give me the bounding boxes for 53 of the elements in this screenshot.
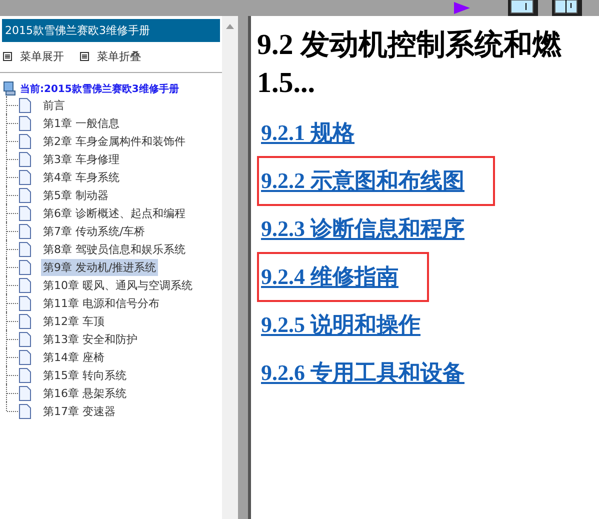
menu-icon[interactable]	[3, 52, 12, 61]
tree-item[interactable]: 第17章 变速器	[41, 402, 118, 420]
computer-icon	[3, 81, 16, 96]
page-icon	[19, 224, 31, 238]
page-icon	[19, 350, 31, 364]
tree-item[interactable]: 第7章 传动系统/车桥	[41, 222, 148, 240]
tree-item[interactable]: 第8章 驾驶员信息和娱乐系统	[41, 240, 188, 258]
tree-item[interactable]: 第3章 车身修理	[41, 150, 122, 168]
section-link[interactable]: 9.2.5 说明和操作	[257, 306, 446, 344]
section-link[interactable]: 9.2.4 维修指南	[257, 252, 428, 302]
section-link[interactable]: 9.2.6 专用工具和设备	[257, 354, 490, 392]
page-icon	[19, 206, 31, 220]
split-window-icon[interactable]	[552, 0, 582, 16]
window-icon[interactable]	[508, 0, 538, 16]
page-icon	[19, 332, 31, 346]
page-icon	[19, 296, 31, 310]
sidebar-title: 2015款雪佛兰赛欧3维修手册	[2, 19, 220, 42]
tree-item[interactable]: 第16章 悬架系统	[41, 384, 128, 402]
tree-root-label[interactable]: 当前:2015款雪佛兰赛欧3维修手册	[20, 82, 179, 96]
page-icon	[19, 242, 31, 256]
menu-icon[interactable]	[80, 52, 89, 61]
page-icon	[19, 134, 31, 148]
tree-item[interactable]: 第4章 车身系统	[41, 168, 122, 186]
menu-link[interactable]: 菜单展开	[20, 49, 64, 64]
tree-item[interactable]: 第13章 安全和防护	[41, 330, 140, 348]
page-icon	[19, 260, 31, 274]
menu-link[interactable]: 菜单折叠	[97, 49, 141, 64]
section-link[interactable]: 9.2.1 规格	[257, 114, 380, 152]
tree-item[interactable]: 第14章 座椅	[41, 348, 106, 366]
page-icon	[19, 386, 31, 400]
section-link[interactable]: 9.2.3 诊断信息和程序	[257, 210, 490, 248]
page-heading: 1.5...	[257, 66, 316, 101]
tree-item[interactable]: 第5章 制动器	[41, 186, 110, 204]
page-icon	[19, 314, 31, 328]
page-icon	[19, 368, 31, 382]
page-icon	[19, 188, 31, 202]
page-icon	[19, 170, 31, 184]
page-icon	[19, 152, 31, 166]
tree-item[interactable]: 第10章 暖风、通风与空调系统	[41, 276, 194, 294]
tree-item[interactable]: 第6章 诊断概述、起点和编程	[41, 204, 188, 222]
page-heading: 9.2 发动机控制系统和燃	[257, 28, 562, 63]
tree-item[interactable]: 第1章 一般信息	[41, 114, 122, 132]
page-icon	[19, 116, 31, 130]
tree-item[interactable]: 第12章 车顶	[41, 312, 106, 330]
tree-item[interactable]: 第15章 转向系统	[41, 366, 128, 384]
tree-item[interactable]: 前言	[41, 96, 67, 114]
page-icon	[19, 98, 31, 112]
tree-item[interactable]: 第11章 电源和信号分布	[41, 294, 162, 312]
page-icon	[19, 404, 31, 418]
section-link[interactable]: 9.2.2 示意图和布线图	[257, 156, 494, 206]
tree-item[interactable]: 第9章 发动机/推进系统	[41, 258, 158, 276]
page-icon	[19, 278, 31, 292]
tree-item[interactable]: 第2章 车身金属构件和装饰件	[41, 132, 188, 150]
